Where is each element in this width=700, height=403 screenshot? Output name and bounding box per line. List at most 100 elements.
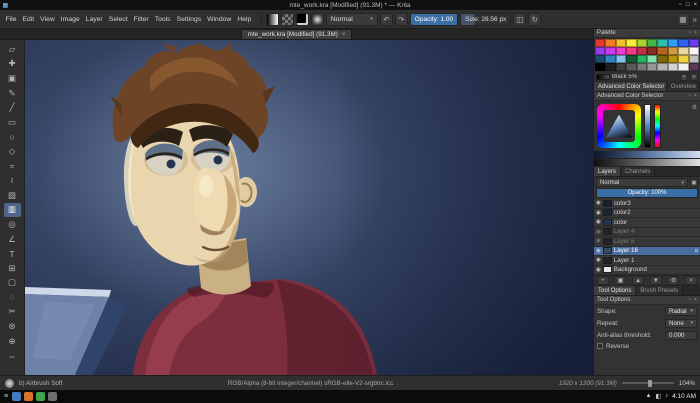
palette-swatch[interactable]	[636, 47, 647, 55]
workspace-chooser-icon[interactable]: ▦	[676, 12, 690, 26]
palette-swatch[interactable]	[678, 55, 689, 63]
taskbar-app-1[interactable]	[12, 392, 22, 401]
polyline-tool[interactable]: ≈	[4, 159, 21, 174]
redo-icon[interactable]: ↷	[394, 12, 408, 26]
menu-help[interactable]: Help	[235, 14, 254, 25]
brush-preset-icon[interactable]	[310, 12, 324, 26]
blend-mode-select[interactable]: Normal ▾	[325, 12, 378, 26]
layer-visibility-icon[interactable]: ◉	[596, 210, 601, 216]
palette-swatch[interactable]	[667, 47, 679, 55]
select-ellipse-tool[interactable]: ◌	[4, 290, 21, 305]
layer-properties-button[interactable]: ⚙	[667, 276, 680, 285]
palette-swatch[interactable]	[646, 39, 658, 47]
reload-icon[interactable]: ↻	[528, 12, 542, 26]
move-layer-down-button[interactable]: ▼	[649, 276, 662, 285]
canvas-area[interactable]	[25, 40, 593, 375]
ellipse-tool[interactable]: ○	[4, 130, 21, 145]
tab-close-icon[interactable]: ×	[342, 32, 346, 38]
gradient-tool[interactable]: ▥	[3, 202, 21, 218]
layer-row[interactable]: ◉ color3	[594, 199, 700, 209]
color-wheel[interactable]	[597, 104, 641, 148]
move-tool[interactable]: ✚	[4, 57, 21, 72]
line-tool[interactable]: ╱	[4, 100, 21, 115]
palette-swatch[interactable]	[688, 47, 699, 55]
float-docker-icon[interactable]: ▫	[689, 93, 691, 99]
mirror-view-icon[interactable]: ◫	[513, 12, 527, 26]
move-layer-up-button[interactable]: ▲	[632, 276, 645, 285]
palette-swatch[interactable]	[626, 47, 637, 55]
palette-swatch[interactable]	[688, 39, 699, 47]
float-docker-icon[interactable]: ▫	[689, 297, 691, 303]
menu-image[interactable]: Image	[58, 14, 82, 25]
layer-visibility-icon[interactable]: ◉	[596, 257, 601, 263]
tab-layers[interactable]: Layers	[594, 167, 622, 176]
close-docker-icon[interactable]: ×	[694, 93, 697, 99]
taskbar-app-3[interactable]	[36, 392, 46, 401]
zoom-slider[interactable]	[621, 379, 674, 387]
menu-filter[interactable]: Filter	[131, 14, 151, 25]
document-tab[interactable]: mte_work.kra [Modified] (91.3M) ×	[240, 29, 353, 39]
zoom-tool[interactable]: ⊕	[4, 334, 21, 349]
palette-menu-button[interactable]: ≡	[690, 72, 698, 81]
brush-preset-thumbnail-icon[interactable]	[5, 378, 14, 388]
menu-select[interactable]: Select	[106, 14, 130, 25]
palette-swatch[interactable]	[595, 39, 606, 47]
zoom-slider-handle[interactable]	[647, 379, 652, 387]
delete-layer-button[interactable]: ×	[685, 276, 698, 285]
select-freehand-tool[interactable]: ✂	[4, 305, 21, 320]
menu-file[interactable]: File	[3, 14, 19, 25]
layer-visibility-icon[interactable]: ◉	[596, 267, 601, 273]
palette-swatch[interactable]	[646, 55, 658, 63]
menu-settings[interactable]: Settings	[174, 14, 204, 25]
crop-tool[interactable]: ▣	[4, 71, 21, 86]
layer-row[interactable]: ◉ Layer 16 α	[594, 246, 700, 256]
antialias-threshold-input[interactable]: 0.000	[665, 330, 697, 340]
tray-volume-icon[interactable]: ♪	[665, 393, 668, 400]
color-triangle[interactable]	[606, 114, 632, 138]
palette-swatch[interactable]	[688, 55, 699, 63]
palette-swatch[interactable]	[636, 55, 647, 63]
toolbar-overflow-icon[interactable]: »	[693, 15, 697, 24]
palette-swatch[interactable]	[667, 55, 679, 63]
menu-layer[interactable]: Layer	[83, 14, 105, 25]
float-docker-icon[interactable]: ▫	[689, 30, 691, 36]
hue-strip[interactable]	[654, 104, 661, 148]
size-slider[interactable]: Size: 28.56 px	[460, 12, 512, 26]
layer-filter-icon[interactable]: ▣	[690, 178, 698, 187]
tab-advanced-color-selector[interactable]: Advanced Color Selector	[594, 82, 667, 91]
layer-visibility-icon[interactable]: ◉	[596, 238, 601, 244]
close-docker-icon[interactable]: ×	[694, 30, 697, 36]
palette-swatch[interactable]	[626, 39, 637, 47]
select-rectangle-tool[interactable]: ▢	[4, 276, 21, 291]
menu-tools[interactable]: Tools	[152, 14, 173, 25]
palette-swatch[interactable]	[657, 39, 668, 47]
opacity-slider[interactable]: Opacity: 1.00	[409, 12, 459, 26]
palette-swatch[interactable]	[657, 47, 668, 55]
repeat-select[interactable]: None ▾	[665, 318, 697, 328]
layer-blend-mode-select[interactable]: Normal ▾	[596, 178, 688, 187]
palette-swatch[interactable]	[615, 63, 627, 71]
close-docker-icon[interactable]: ×	[694, 297, 697, 303]
layer-row[interactable]: ◉ Layer 5	[594, 237, 700, 247]
measure-tool[interactable]: ∠	[4, 232, 21, 247]
palette-swatch[interactable]	[657, 63, 668, 71]
palette-swatch[interactable]	[678, 47, 689, 55]
tab-brush-presets[interactable]: Brush Presets	[636, 286, 684, 295]
polygon-tool[interactable]: ◇	[4, 144, 21, 159]
palette-swatch[interactable]	[605, 47, 616, 55]
palette-swatch[interactable]	[688, 63, 699, 71]
maximize-icon[interactable]: □	[686, 2, 690, 8]
transform-tool[interactable]: ▱	[4, 42, 21, 57]
duplicate-layer-button[interactable]: ▣	[614, 276, 627, 285]
tray-up-icon[interactable]: ▲	[646, 393, 652, 400]
fill-tool[interactable]: ▨	[4, 188, 21, 203]
palette-swatch[interactable]	[626, 63, 637, 71]
palette-swatch[interactable]	[595, 63, 606, 71]
minimize-icon[interactable]: −	[678, 2, 682, 8]
palette-swatch[interactable]	[615, 55, 627, 63]
layer-row[interactable]: ◉ Layer 1	[594, 256, 700, 266]
bezier-tool[interactable]: ≀	[4, 173, 21, 188]
palette-swatch[interactable]	[636, 63, 647, 71]
pan-tool[interactable]: ⇔	[4, 348, 21, 363]
tab-overview[interactable]: Overview	[666, 82, 700, 91]
